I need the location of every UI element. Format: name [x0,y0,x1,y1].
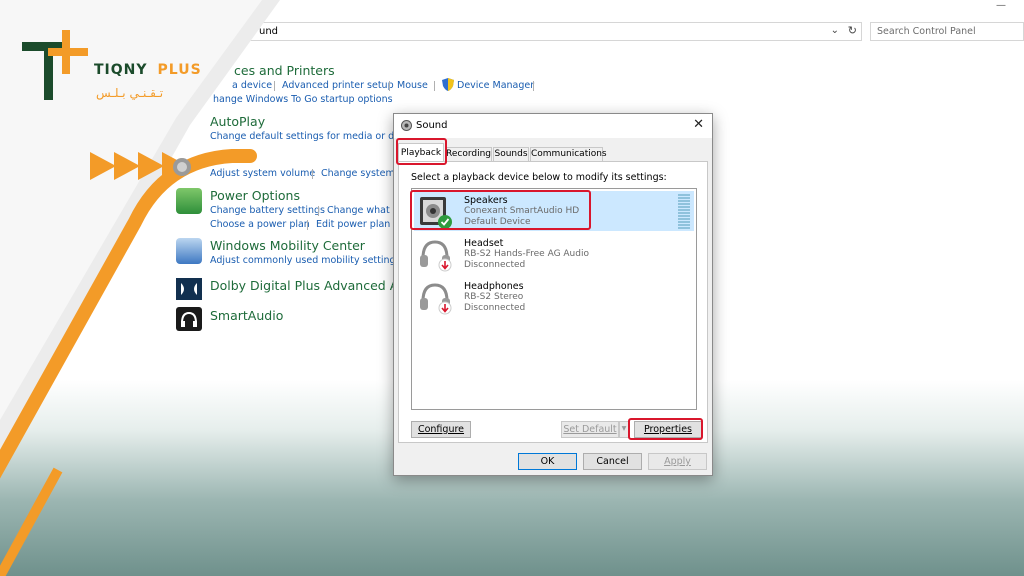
device-name: Headset [464,238,504,249]
change-system-sounds-link[interactable]: Change system s [321,168,403,179]
shield-icon [442,78,454,91]
devices-printers-title[interactable]: ces and Printers [234,63,335,78]
arrow-icons [90,152,188,180]
divider [389,81,390,91]
chevron-down-icon[interactable]: ⌄ [831,25,839,36]
cancel-button[interactable]: Cancel [583,453,642,470]
volume-level-meter [678,194,690,230]
close-icon[interactable]: ✕ [693,117,704,132]
device-status: Disconnected [464,303,526,313]
playback-tab-highlight [396,138,447,165]
device-driver: RB-S2 Hands-Free AG Audio [464,249,589,259]
mobility-center-icon [176,238,202,264]
divider [318,206,319,216]
headphones-icon [420,283,452,315]
device-manager-link[interactable]: Device Manager [457,80,534,91]
refresh-icon[interactable]: ↻ [848,24,857,37]
power-buttons-link[interactable]: Change what th [327,205,403,216]
power-options-title[interactable]: Power Options [210,188,300,203]
adjust-volume-link[interactable]: Adjust system volume [210,168,315,179]
smartaudio-title[interactable]: SmartAudio [210,308,283,323]
minimize-icon[interactable]: — [996,0,1006,11]
logo-arabic-text: تـقـنـي بـلـس [96,86,164,100]
dialog-title: Sound [416,120,448,131]
dialog-titlebar[interactable]: Sound ✕ [394,114,712,138]
chevron-down-icon: ▾ [621,423,627,434]
apply-button[interactable]: Apply [648,453,707,470]
tiqny-plus-logo: TIQNY PLUS تـقـنـي بـلـس [20,24,210,104]
device-status: Disconnected [464,260,526,270]
mouse-link[interactable]: Mouse [397,80,428,91]
divider [274,81,275,91]
ok-button[interactable]: OK [518,453,577,470]
address-text: und [259,26,279,37]
battery-icon [176,188,202,214]
headset-icon [420,240,452,272]
search-placeholder: Search Control Panel [877,26,976,37]
add-device-link[interactable]: a device [232,80,272,91]
divider [434,81,435,91]
list-item[interactable]: Headset RB-S2 Hands-Free AG Audio Discon… [414,234,694,274]
edit-power-plan-link[interactable]: Edit power plan [316,219,390,230]
tab-recording[interactable]: Recording [445,147,492,161]
sound-title[interactable]: Sound [210,151,249,166]
search-input[interactable]: Search Control Panel [870,22,1024,41]
divider [533,81,534,91]
tab-sounds[interactable]: Sounds [493,147,529,161]
mobility-center-title[interactable]: Windows Mobility Center [210,238,365,253]
set-default-button[interactable]: Set Default [561,421,619,438]
divider [312,169,313,179]
dolby-title[interactable]: Dolby Digital Plus Advanced Audi [210,278,418,293]
device-driver: RB-S2 Stereo [464,292,524,302]
logo-mark-icon [22,30,88,100]
tab-communications[interactable]: Communications [530,147,607,161]
divider [307,220,308,230]
properties-highlight [628,418,703,440]
windows-to-go-link[interactable]: hange Windows To Go startup options [213,94,393,105]
speaker-icon [401,120,412,131]
smartaudio-icon [176,307,202,331]
choose-power-plan-link[interactable]: Choose a power plan [210,219,310,230]
autoplay-defaults-link[interactable]: Change default settings for media or dev… [210,131,419,142]
list-item[interactable]: Headphones RB-S2 Stereo Disconnected [414,277,694,317]
battery-settings-link[interactable]: Change battery settings [210,205,325,216]
device-name: Headphones [464,281,524,292]
speakers-highlight [410,190,591,230]
dolby-icon [176,278,202,300]
autoplay-title[interactable]: AutoPlay [210,114,265,129]
advanced-printer-setup-link[interactable]: Advanced printer setup [282,80,394,91]
mobility-settings-link[interactable]: Adjust commonly used mobility settings [210,255,401,266]
configure-button[interactable]: Configure [411,421,471,438]
instruction-text: Select a playback device below to modify… [411,172,667,183]
logo-text: TIQNY PLUS [94,62,202,78]
